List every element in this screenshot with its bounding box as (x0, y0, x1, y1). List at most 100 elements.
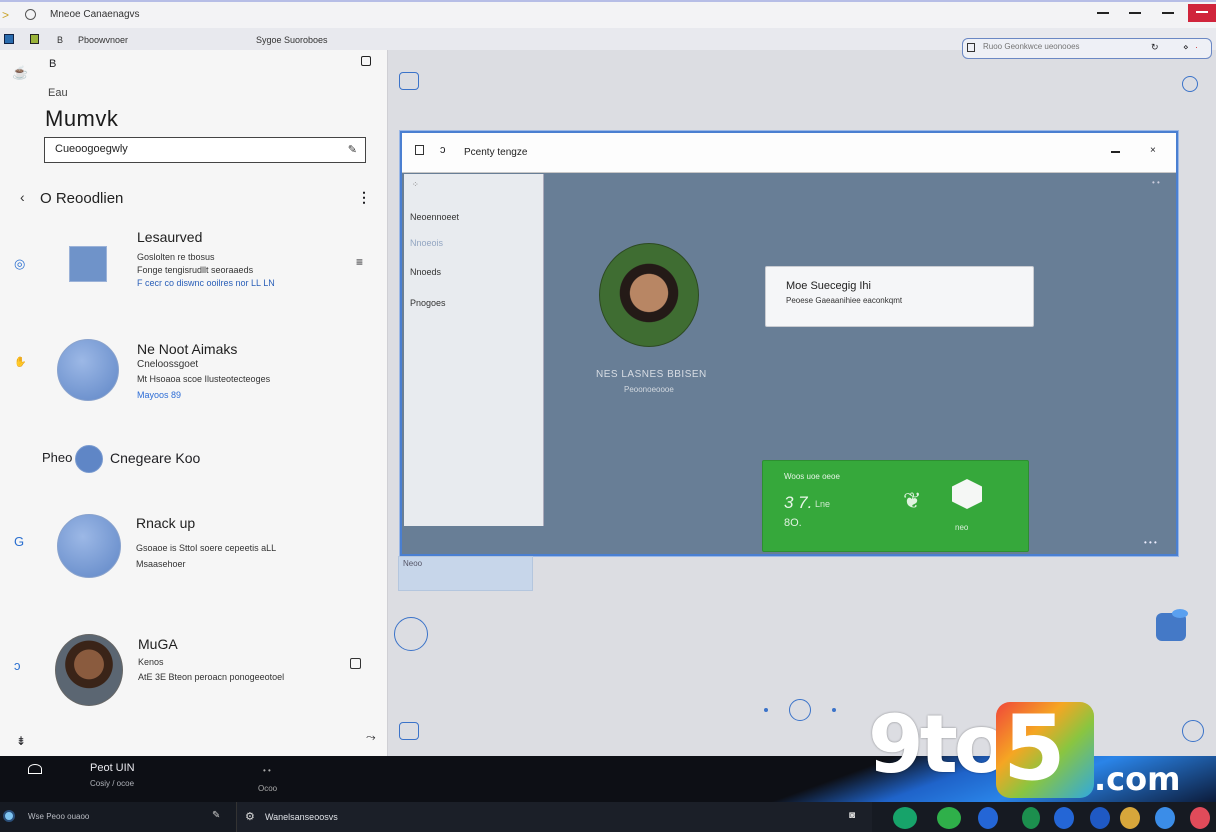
minimize-icon[interactable] (1111, 151, 1120, 153)
taskbar-label[interactable]: Peot UIN (90, 762, 135, 774)
chat-icon[interactable] (937, 807, 961, 829)
stats-card[interactable]: Woos uoe oeoe 3 7. Lne 8O. ❦ neo (762, 460, 1029, 552)
title-bar: > Mneoe Canaenagvs (0, 0, 1216, 28)
search-box[interactable]: ↻ ⋄ · (962, 38, 1212, 59)
chevron-left-icon[interactable]: ‹ (20, 189, 25, 205)
section-header: ‹ O Reoodlien ⋮ (20, 189, 375, 209)
camera-icon[interactable]: ◙ (849, 810, 855, 821)
item-line: Msaasehoer (136, 559, 186, 569)
notification-icon[interactable] (1156, 609, 1188, 641)
taskbar-search[interactable]: Wse Peoo ouaoo (28, 812, 89, 821)
stats-secondary: 8O. (784, 517, 802, 529)
swirl-icon: G (14, 534, 25, 549)
app-icon[interactable] (4, 34, 14, 44)
panel-letter: B (49, 58, 57, 70)
pager-dot[interactable] (764, 708, 768, 712)
command-item-c[interactable]: Sygoe Suoroboes (256, 35, 328, 45)
close-button[interactable] (1188, 4, 1216, 22)
pager-dot[interactable] (832, 708, 836, 712)
corner-dots: • • • (1144, 538, 1157, 547)
cloud-icon[interactable] (28, 764, 42, 774)
stats-footer: neo (955, 523, 969, 532)
ghost-panel: Neoo (398, 556, 533, 591)
search-input[interactable] (983, 42, 1143, 51)
square-icon[interactable] (399, 72, 419, 90)
cube-icon (952, 479, 982, 509)
stats-label: Woos uoe oeoe (784, 472, 840, 481)
minimize-button[interactable] (1093, 6, 1113, 20)
command-item-a[interactable]: B (57, 35, 63, 45)
card-subtitle: Peoese Gaeaanihiee eaconkqmt (786, 296, 903, 305)
search-icon (967, 43, 975, 52)
list-item[interactable]: ◎ Lesaurved Goslolten re tbosus Fonge te… (0, 225, 388, 315)
menu-icon[interactable]: ≡ (356, 255, 363, 269)
item-line: Goslolten re tbosus (137, 252, 215, 262)
stats-suffix: Lne (815, 499, 831, 509)
expand-icon[interactable] (361, 56, 371, 66)
sidebar-item[interactable]: Nnoeois (410, 238, 443, 248)
settings-icon[interactable]: ⋄ (1183, 42, 1189, 53)
close-icon[interactable]: × (1150, 145, 1156, 156)
edge-icon[interactable] (893, 807, 917, 829)
profile-name: NES LASNES BBISEN (596, 369, 707, 380)
panel-small-label: Eau (48, 87, 68, 99)
panel-input[interactable] (55, 143, 325, 155)
inner-title: Pcenty tengze (464, 147, 528, 158)
avatar (55, 634, 123, 706)
item-line: Gsoaoe is SttoI soere cepeetis aLL (136, 543, 277, 553)
clear-icon[interactable]: · (1195, 42, 1198, 52)
refresh-circle-icon[interactable] (394, 617, 428, 651)
left-panel: ☕ B Eau Mumvk ✎ ‹ O Reoodlien ⋮ ◎ Lesaur… (0, 50, 388, 756)
back-arrow-icon[interactable]: > (2, 8, 9, 22)
photos-icon[interactable] (1155, 807, 1175, 829)
sidebar-item[interactable]: Neoennoeet (410, 212, 459, 222)
restore-button[interactable] (1125, 6, 1145, 20)
cup-icon[interactable]: ☕ (12, 65, 28, 81)
circle-icon[interactable] (1182, 76, 1198, 92)
circle-icon[interactable] (25, 9, 36, 20)
pager-current[interactable] (789, 699, 811, 721)
more-icon[interactable]: ⋮ (357, 189, 371, 206)
leaf-icon[interactable] (1022, 807, 1040, 829)
panel-field[interactable]: ✎ (44, 137, 366, 163)
pen-icon[interactable]: ✎ (348, 143, 357, 156)
watermark-domain: .com (1094, 760, 1181, 798)
copy-icon[interactable] (350, 658, 361, 669)
shield-icon[interactable] (978, 807, 998, 829)
folder-icon[interactable] (1120, 807, 1140, 829)
command-item-b[interactable]: Pboowvnoer (78, 35, 128, 45)
file-icon[interactable] (30, 34, 39, 44)
send-icon[interactable]: ⤳ (366, 730, 376, 745)
store-icon[interactable] (1054, 807, 1074, 829)
list-item[interactable]: ✋ Ne Noot Aimaks Cneloossgoet Mt Hsoaoa … (0, 335, 388, 415)
filter-icon[interactable]: ⇟ (16, 734, 26, 748)
category-row[interactable]: Pheo Cnegeare Koo (42, 445, 342, 473)
watermark-digit: 5 (1003, 696, 1066, 801)
maximize-button[interactable] (1158, 6, 1178, 20)
toggle-dot[interactable] (75, 445, 103, 473)
refresh-icon[interactable]: ↄ (440, 144, 446, 156)
music-icon[interactable] (1190, 807, 1210, 829)
profile-subtitle: Peoonoeoooe (624, 385, 674, 394)
mail-icon[interactable] (1090, 807, 1110, 829)
copy-icon[interactable] (415, 145, 424, 155)
taskbar-label: Ocoo (258, 784, 278, 793)
item-thumbnail (69, 246, 107, 282)
list-item[interactable]: ↄ MuGA Kenos AtE 3E Bteon peroacn ponoge… (0, 630, 388, 710)
sidebar-item[interactable]: Pnogoes (410, 298, 446, 308)
pin-icon[interactable]: ✎ (212, 810, 220, 821)
list-item[interactable]: G Rnack up Gsoaoe is SttoI soere cepeeti… (0, 510, 388, 590)
start-icon[interactable] (3, 810, 15, 822)
info-card[interactable]: Moe Suecegig Ihi Peoese Gaeaanihiee eaco… (765, 266, 1034, 327)
item-link[interactable]: Mayoos 89 (137, 390, 181, 400)
refresh-icon[interactable]: ↻ (1151, 42, 1159, 53)
square-icon[interactable] (399, 722, 419, 740)
item-title: Rnack up (136, 515, 196, 531)
hand-icon: ✋ (14, 357, 27, 368)
item-line: F cecr co diswnc ooilres nor LL LN (137, 278, 275, 288)
taskbar-window[interactable]: ⚙ Wanelsanseoosvs ◙ (236, 802, 872, 832)
profile-avatar (599, 243, 699, 347)
card-title: Moe Suecegig Ihi (786, 280, 871, 292)
sidebar-item[interactable]: Nnoeds (410, 267, 441, 277)
taskbar: Wse Peoo ouaoo ✎ ⚙ Wanelsanseoosvs ◙ (0, 802, 1216, 832)
